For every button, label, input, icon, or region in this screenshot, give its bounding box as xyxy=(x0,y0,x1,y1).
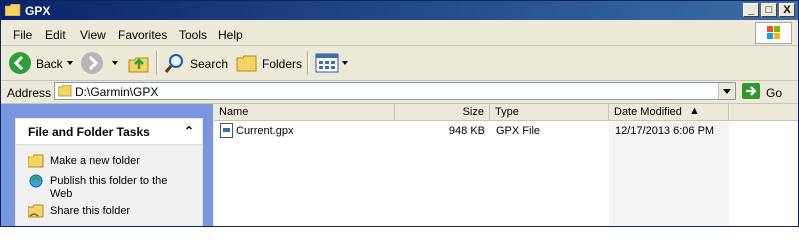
task-pane: File and Folder Tasks ⌃ Make a new folde… xyxy=(1,104,213,226)
window-title: GPX xyxy=(25,4,51,18)
address-dropdown-icon[interactable] xyxy=(718,83,735,99)
task-make-new-folder[interactable]: Make a new folder xyxy=(50,155,140,168)
forward-dropdown-icon[interactable] xyxy=(112,61,118,65)
maximize-button[interactable]: □ xyxy=(761,3,777,17)
task-share-folder[interactable]: Share this folder xyxy=(50,205,130,218)
search-button[interactable]: Search xyxy=(190,57,228,71)
minimize-button[interactable]: _ xyxy=(743,3,759,17)
column-header-empty xyxy=(729,104,798,121)
task-list: Make a new folder Publish this folder to… xyxy=(16,145,202,226)
menu-tools[interactable]: Tools xyxy=(179,28,207,42)
file-folder-tasks-panel: File and Folder Tasks ⌃ Make a new folde… xyxy=(15,118,203,226)
column-header-name[interactable]: Name xyxy=(214,104,395,121)
file-list: Name Size Type Date Modified ▲ Current.g… xyxy=(214,104,798,226)
explorer-window: GPX _ □ X File Edit View Favorites Tools… xyxy=(0,0,799,227)
folders-button[interactable]: Folders xyxy=(262,57,302,71)
folder-icon xyxy=(58,85,72,97)
menu-view[interactable]: View xyxy=(80,28,106,42)
folder-icon xyxy=(5,4,21,16)
go-arrow-icon[interactable] xyxy=(742,83,760,99)
search-icon[interactable] xyxy=(164,52,186,74)
file-type: GPX File xyxy=(496,125,541,137)
go-button[interactable]: Go xyxy=(766,86,782,100)
forward-arrow-icon[interactable] xyxy=(81,52,103,74)
address-label: Address xyxy=(7,86,52,100)
file-name[interactable]: Current.gpx xyxy=(236,125,293,137)
address-bar: Address D:\Garmin\GPX Go xyxy=(1,81,798,104)
column-date-label: Date Modified xyxy=(614,106,682,118)
task-panel-title: File and Folder Tasks xyxy=(28,125,150,139)
task-publish-web[interactable]: Publish this folder to the Web xyxy=(50,175,190,201)
views-icon[interactable] xyxy=(315,53,339,73)
address-value: D:\Garmin\GPX xyxy=(75,85,159,99)
column-size-label: Size xyxy=(462,106,484,118)
views-dropdown-icon[interactable] xyxy=(342,61,348,65)
back-arrow-icon[interactable] xyxy=(9,52,31,74)
toolbar: Back Search Folders xyxy=(1,46,798,81)
column-header-type[interactable]: Type xyxy=(490,104,609,121)
share-folder-icon xyxy=(28,204,44,218)
column-header-date[interactable]: Date Modified ▲ xyxy=(609,104,729,121)
menu-edit[interactable]: Edit xyxy=(45,28,66,42)
new-folder-icon xyxy=(28,154,44,168)
task-panel-header[interactable]: File and Folder Tasks ⌃ xyxy=(16,119,202,145)
folders-icon[interactable] xyxy=(236,53,258,73)
back-dropdown-icon[interactable] xyxy=(67,61,73,65)
column-header-size[interactable]: Size xyxy=(395,104,490,121)
collapse-chevron-icon[interactable]: ⌃ xyxy=(184,124,194,138)
up-folder-icon[interactable] xyxy=(128,52,150,74)
publish-web-icon xyxy=(29,174,43,188)
column-type-label: Type xyxy=(495,106,519,118)
windows-logo-icon xyxy=(755,22,792,44)
menu-help[interactable]: Help xyxy=(218,28,243,42)
sort-ascending-icon: ▲ xyxy=(689,105,700,117)
file-date-modified: 12/17/2013 6:06 PM xyxy=(615,125,715,137)
menu-file[interactable]: File xyxy=(13,28,32,42)
column-name-label: Name xyxy=(219,106,249,118)
close-button[interactable]: X xyxy=(779,3,795,17)
title-bar[interactable]: GPX _ □ X xyxy=(1,1,798,20)
toolbar-separator xyxy=(307,51,309,75)
file-size: 948 KB xyxy=(448,125,485,137)
gpx-file-icon xyxy=(220,123,233,138)
back-button[interactable]: Back xyxy=(36,57,63,71)
toolbar-separator xyxy=(156,51,158,75)
menu-bar: File Edit View Favorites Tools Help xyxy=(1,21,798,46)
menu-favorites[interactable]: Favorites xyxy=(118,28,167,42)
address-input[interactable]: D:\Garmin\GPX xyxy=(54,82,736,100)
